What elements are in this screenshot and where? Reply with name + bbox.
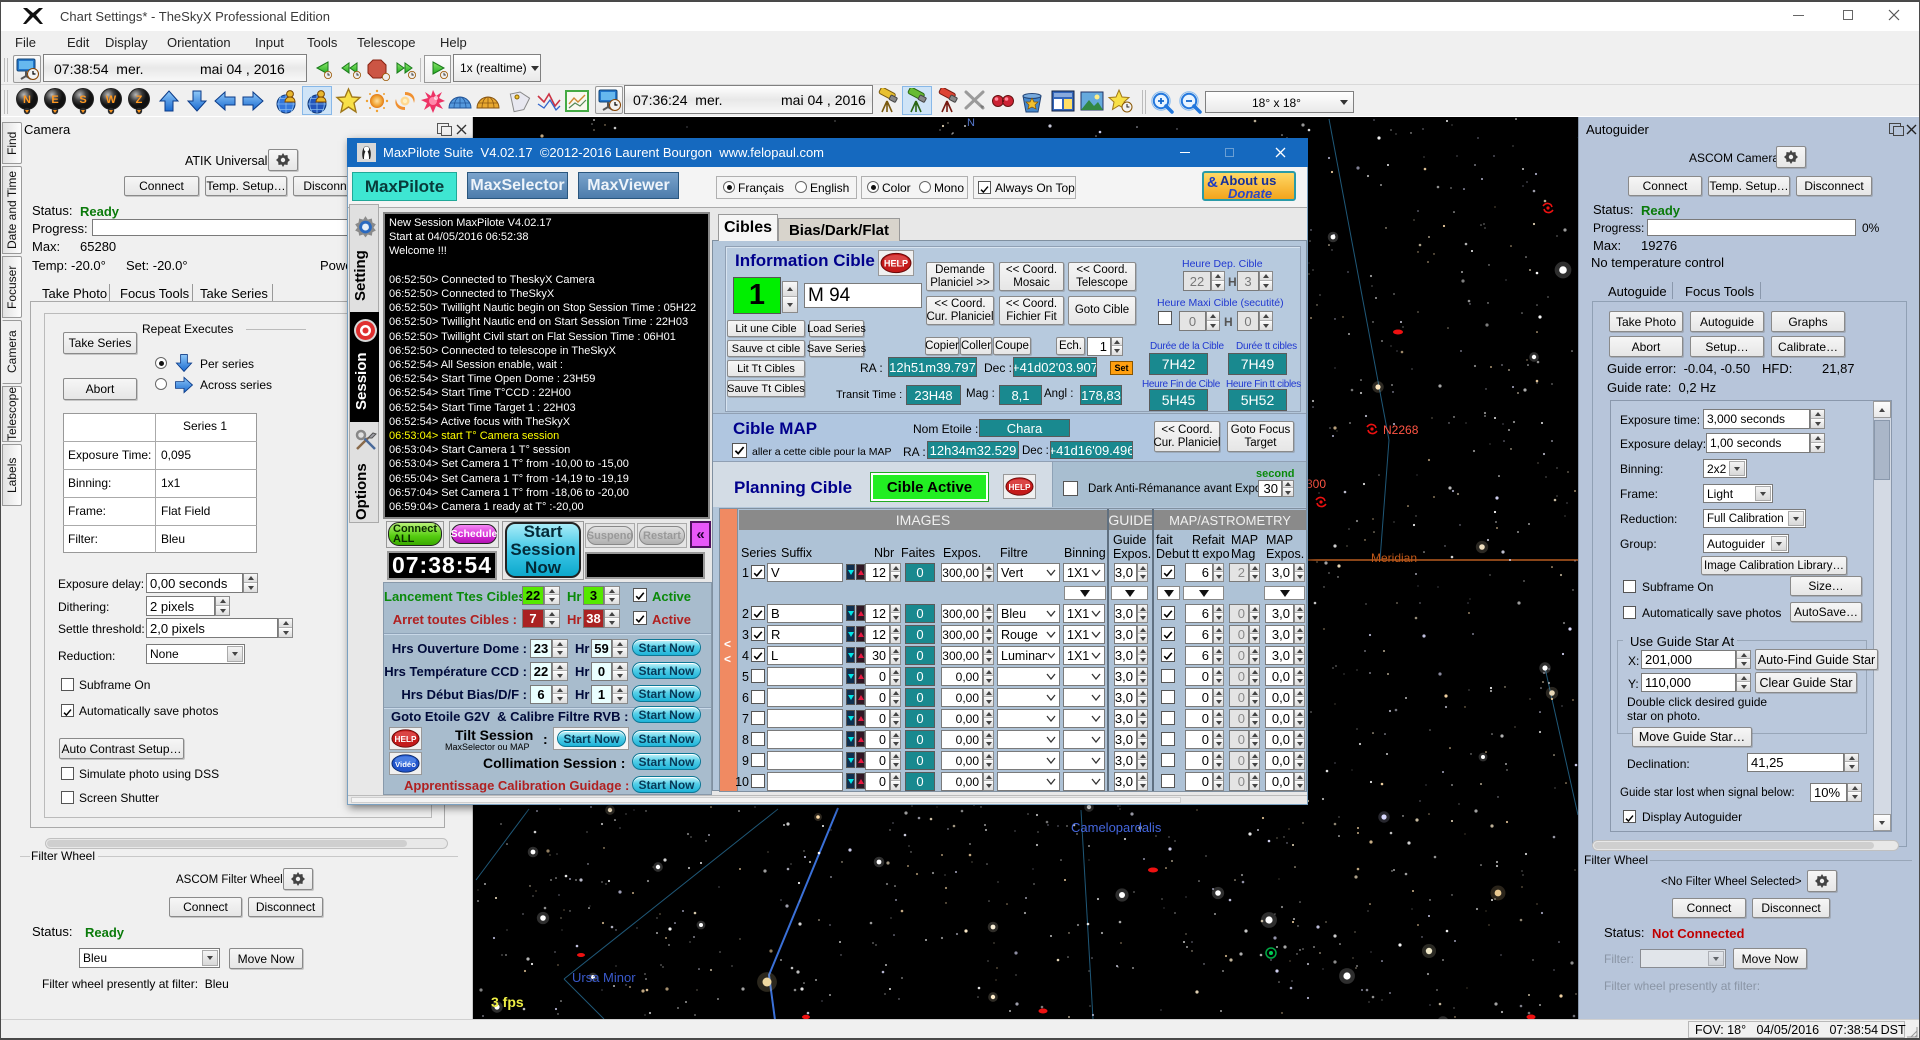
svg-text:HELP: HELP: [1009, 483, 1031, 492]
svg-text:W: W: [106, 94, 117, 106]
svg-text:HELP: HELP: [395, 735, 417, 744]
svg-text:E: E: [51, 94, 58, 106]
svg-text:HELP: HELP: [884, 259, 908, 269]
svg-text:S: S: [79, 94, 86, 106]
svg-text:Z: Z: [136, 94, 143, 106]
svg-text:Vidéo: Vidéo: [395, 760, 416, 769]
svg-text:N: N: [23, 94, 31, 106]
